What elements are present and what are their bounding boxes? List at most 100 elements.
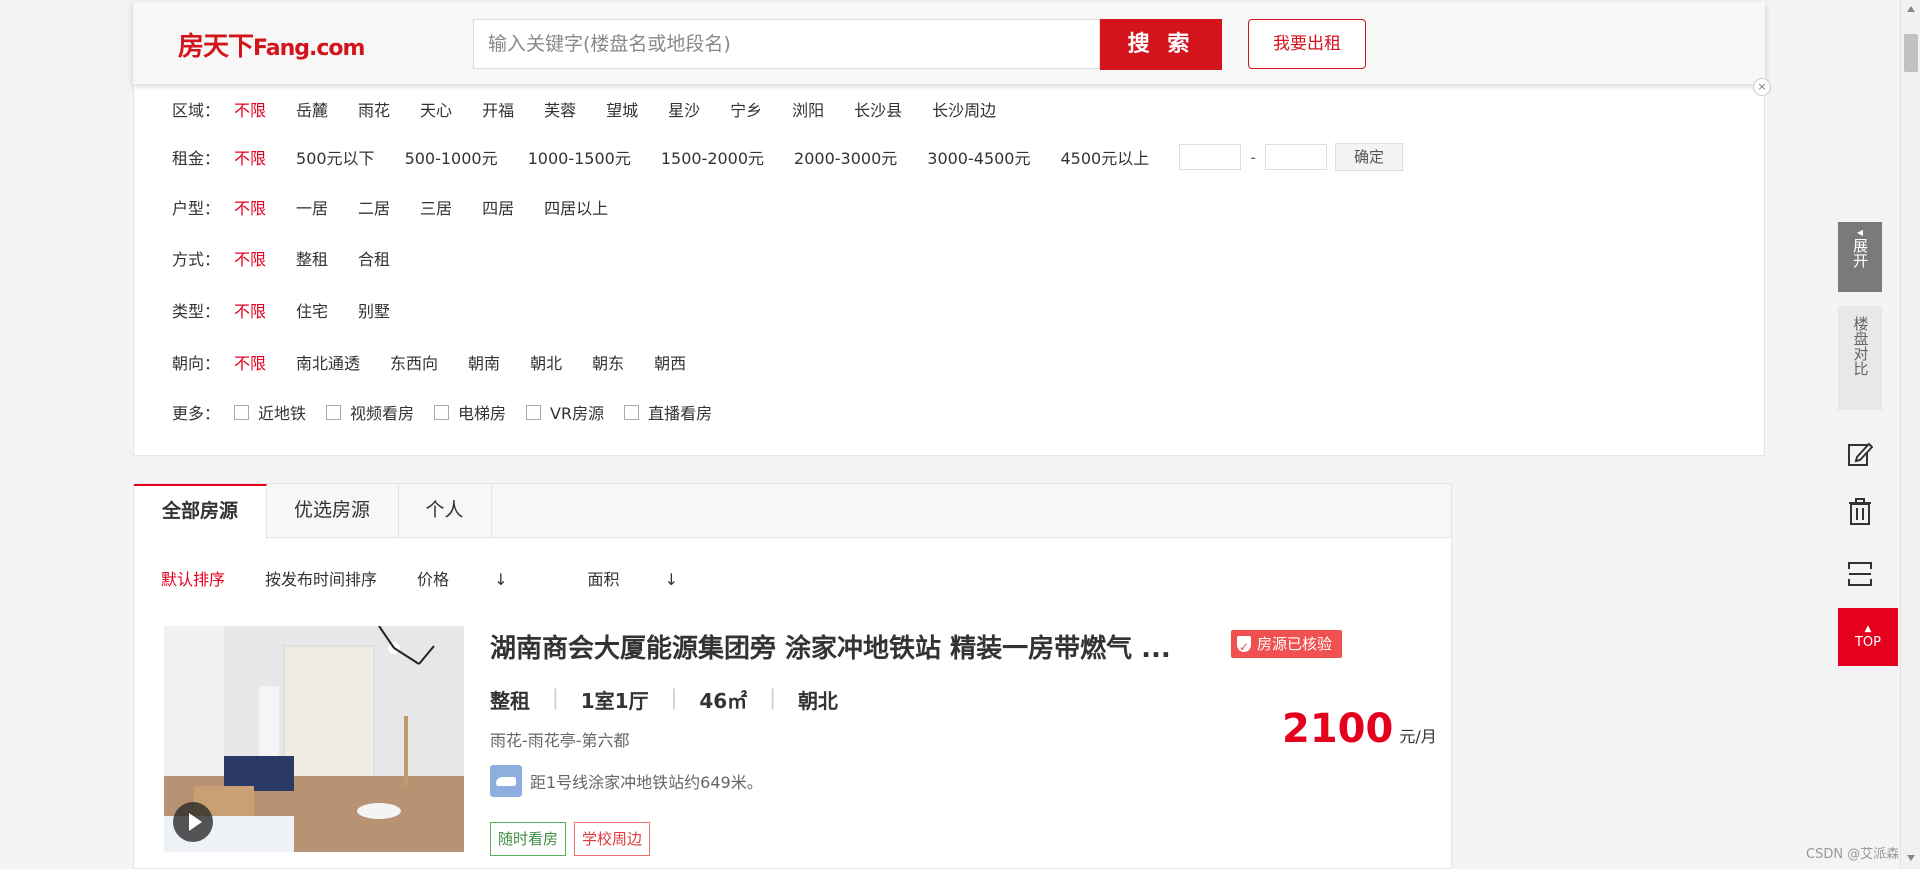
filter-option[interactable]: 3000-4500元 [927, 145, 1030, 169]
filter-option[interactable]: 500-1000元 [405, 145, 498, 169]
checkbox-elevator[interactable]: 电梯房 [434, 400, 506, 424]
arrow-down-icon: ↓ [664, 570, 679, 589]
filter-row-more: 更多： 近地铁 视频看房 电梯房 VR房源 直播看房 [172, 400, 732, 424]
filter-option[interactable]: 四居以上 [544, 195, 608, 219]
compare-button[interactable]: 楼盘对比 [1838, 306, 1882, 410]
tab-personal[interactable]: 个人 [398, 484, 492, 537]
checkbox-near-subway[interactable]: 近地铁 [234, 400, 306, 424]
tab-preferred[interactable]: 优选房源 [266, 484, 399, 537]
back-to-top-button[interactable]: ▲ TOP [1838, 608, 1898, 666]
spec-rent-type: 整租 [490, 689, 530, 713]
filter-option[interactable]: 东西向 [390, 350, 438, 374]
filter-option[interactable]: 长沙县 [854, 97, 902, 121]
filter-option[interactable]: 芙蓉 [544, 97, 576, 121]
scan-icon[interactable] [1838, 552, 1882, 596]
checkbox-box[interactable] [434, 404, 450, 420]
verified-text: 房源已核验 [1257, 635, 1333, 653]
filter-option[interactable]: 不限 [234, 246, 266, 270]
filter-option[interactable]: 住宅 [296, 298, 328, 322]
sort-by-price[interactable]: 价格 ↓ [417, 566, 548, 590]
listing-tags: 随时看房 学校周边 [490, 822, 658, 856]
filter-option[interactable]: 二居 [358, 195, 390, 219]
filter-option[interactable]: 不限 [234, 145, 266, 169]
filter-option[interactable]: 长沙周边 [932, 97, 996, 121]
filter-option[interactable]: 岳麓 [296, 97, 328, 121]
filter-option[interactable]: 朝北 [530, 350, 562, 374]
filter-option[interactable]: 整租 [296, 246, 328, 270]
filter-option[interactable]: 不限 [234, 298, 266, 322]
sort-default[interactable]: 默认排序 [161, 566, 225, 590]
checkbox-box[interactable] [326, 404, 342, 420]
rent-min-input[interactable] [1179, 144, 1242, 170]
spec-separator: | [670, 685, 678, 709]
filter-row-layout: 户型： 不限 一居 二居 三居 四居 四居以上 [172, 195, 638, 219]
listing-address[interactable]: 雨花-雨花亭-第六都 [490, 727, 630, 751]
filter-option[interactable]: 不限 [234, 350, 266, 374]
checkbox-box[interactable] [624, 404, 640, 420]
sort-by-area[interactable]: 面积 ↓ [588, 566, 719, 590]
sort-label: 面积 [587, 570, 620, 589]
checkbox-box[interactable] [234, 404, 249, 420]
filter-option[interactable]: 朝东 [592, 350, 624, 374]
filter-row-facing: 朝向： 不限 南北通透 东西向 朝南 朝北 朝东 朝西 [172, 350, 716, 374]
triangle-left-icon: ◀ [1856, 228, 1864, 237]
filter-option[interactable]: 合租 [358, 246, 390, 270]
filter-option[interactable]: 雨花 [358, 97, 390, 121]
page-scrollbar[interactable] [1900, 0, 1920, 869]
shield-check-icon [1237, 633, 1251, 661]
checkbox-video-tour[interactable]: 视频看房 [326, 400, 414, 424]
search-button[interactable]: 搜 索 [1100, 19, 1222, 70]
spec-rooms: 1室1厅 [580, 689, 649, 713]
scroll-up-icon[interactable] [1907, 6, 1915, 12]
filter-option[interactable]: 天心 [420, 97, 452, 121]
checkbox-label: 视频看房 [350, 404, 415, 423]
close-icon[interactable]: × [1753, 78, 1771, 96]
filter-option[interactable]: 宁乡 [730, 97, 762, 121]
logo-cn: 房天下 [178, 32, 254, 62]
checkbox-box[interactable] [526, 404, 542, 420]
filter-option[interactable]: 开福 [482, 97, 514, 121]
price-unit: 元/月 [1399, 727, 1437, 746]
filter-row-area: 区域： 不限 岳麓 雨花 天心 开福 芙蓉 望城 星沙 宁乡 浏阳 长沙县 长沙… [172, 97, 1026, 121]
price-value: 2100 [1282, 706, 1394, 752]
search-input[interactable]: 输入关键字(楼盘名或地段名) [473, 19, 1100, 69]
checkbox-vr[interactable]: VR房源 [526, 400, 604, 424]
listing-photo[interactable] [164, 626, 464, 852]
checkbox-live[interactable]: 直播看房 [624, 400, 712, 424]
rent-max-input[interactable] [1265, 144, 1327, 170]
checkbox-label: 近地铁 [258, 404, 307, 423]
filter-row-mode: 方式： 不限 整租 合租 [172, 246, 420, 270]
checkbox-label: 直播看房 [648, 404, 713, 423]
scroll-down-icon[interactable] [1907, 855, 1915, 861]
listing-title[interactable]: 湖南商会大厦能源集团旁 涂家冲地铁站 精装一房带燃气 ... [490, 628, 1171, 665]
filter-option[interactable]: 4500元以上 [1060, 145, 1149, 169]
filter-option[interactable]: 三居 [420, 195, 452, 219]
filter-option[interactable]: 1000-1500元 [528, 145, 631, 169]
play-icon[interactable] [173, 802, 213, 842]
filter-option[interactable]: 1500-2000元 [661, 145, 764, 169]
edit-icon[interactable] [1838, 432, 1882, 476]
filter-option[interactable]: 一居 [296, 195, 328, 219]
filter-option[interactable]: 南北通透 [296, 350, 360, 374]
filter-option[interactable]: 星沙 [668, 97, 700, 121]
rent-out-button[interactable]: 我要出租 [1248, 19, 1366, 69]
fang-logo[interactable]: 房天下 Fang.com [178, 26, 365, 66]
tab-all[interactable]: 全部房源 [134, 484, 267, 539]
filter-option[interactable]: 朝西 [654, 350, 686, 374]
filter-option[interactable]: 望城 [606, 97, 638, 121]
filter-option[interactable]: 2000-3000元 [794, 145, 897, 169]
rent-confirm-button[interactable]: 确定 [1335, 143, 1403, 171]
filter-option[interactable]: 浏阳 [792, 97, 824, 121]
sort-by-time[interactable]: 按发布时间排序 [265, 566, 377, 590]
filter-option[interactable]: 别墅 [358, 298, 390, 322]
filter-option[interactable]: 四居 [482, 195, 514, 219]
filter-option[interactable]: 500元以下 [296, 145, 375, 169]
filter-option[interactable]: 不限 [234, 97, 266, 121]
sort-label: 价格 [417, 570, 450, 589]
trash-icon[interactable] [1838, 490, 1882, 534]
scroll-thumb[interactable] [1904, 34, 1918, 72]
filter-option[interactable]: 朝南 [468, 350, 500, 374]
logo-en: Fang.com [253, 36, 365, 61]
filter-option[interactable]: 不限 [234, 195, 266, 219]
expand-button[interactable]: ◀ 展开 [1838, 222, 1882, 292]
